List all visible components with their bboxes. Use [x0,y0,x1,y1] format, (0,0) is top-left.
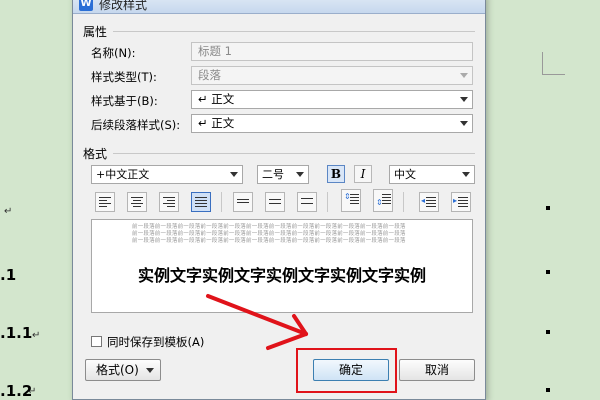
red-arrow-icon [206,294,308,350]
annotation-arrow [206,294,308,350]
